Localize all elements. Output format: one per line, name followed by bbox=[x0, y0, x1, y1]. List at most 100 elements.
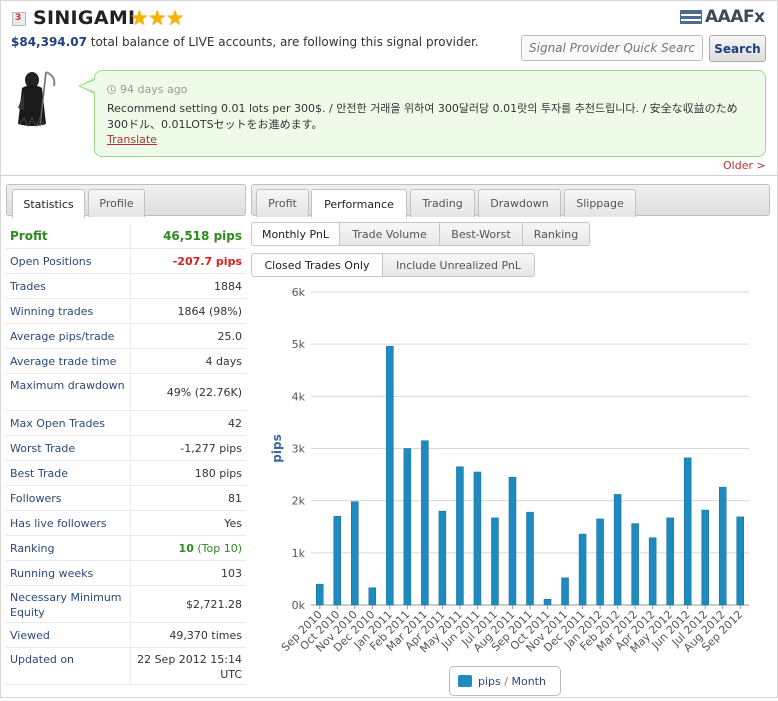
stat-row: Trades 1884 bbox=[6, 274, 246, 299]
stat-value: 1884 bbox=[214, 279, 242, 294]
stat-value-main: 42 bbox=[228, 417, 242, 430]
stat-value: 42 bbox=[228, 416, 242, 431]
stat-value: 103 bbox=[221, 566, 242, 581]
bar bbox=[491, 517, 499, 606]
older-link[interactable]: Older > bbox=[723, 159, 766, 172]
stat-label: Followers bbox=[10, 492, 62, 505]
stat-value-main: 49% (22.76K) bbox=[166, 386, 242, 399]
stat-value: 22 Sep 2012 15:14 UTC bbox=[130, 652, 242, 682]
bar bbox=[438, 510, 447, 606]
stat-value-main: 4 days bbox=[205, 355, 242, 368]
stat-row: Running weeks 103 bbox=[6, 561, 246, 586]
y-tick-label: 4k bbox=[292, 390, 306, 403]
right-tabbar: Profit Performance Trading Drawdown Slip… bbox=[251, 184, 770, 218]
avatar[interactable] bbox=[12, 68, 56, 128]
subtab-best-worst[interactable]: Best-Worst bbox=[439, 222, 523, 246]
stat-row: Viewed 49,370 times bbox=[6, 623, 246, 648]
y-tick-label: 2k bbox=[292, 495, 306, 508]
stat-row: Ranking 10 (Top 10) bbox=[6, 536, 246, 561]
bar bbox=[736, 516, 744, 606]
chart-legend[interactable]: pips / Month bbox=[449, 666, 561, 696]
stat-divider bbox=[130, 623, 131, 648]
search-button[interactable]: Search bbox=[709, 35, 766, 62]
bar bbox=[631, 523, 639, 606]
legend-separator: / bbox=[500, 674, 512, 688]
balance-line: $84,394.07 total balance of LIVE account… bbox=[11, 35, 479, 49]
stat-value-main: 25.0 bbox=[217, 330, 243, 343]
stat-value: 1864 (98%) bbox=[177, 304, 242, 319]
stat-divider bbox=[130, 411, 131, 436]
stat-value: 25.0 bbox=[218, 329, 243, 344]
stat-label: Maximum drawdown bbox=[10, 379, 125, 392]
stat-row: Has live followers Yes bbox=[6, 511, 246, 536]
tab-statistics[interactable]: Statistics bbox=[12, 189, 85, 218]
rating-stars: ★★★ bbox=[130, 6, 184, 30]
brand-name: AAAFx bbox=[705, 7, 765, 27]
tab-profile[interactable]: Profile bbox=[88, 189, 145, 217]
stat-row: Average pips/trade 25.0 bbox=[6, 324, 246, 349]
stat-divider bbox=[130, 461, 131, 486]
stat-label: Necessary Minimum Equity bbox=[10, 591, 122, 619]
search-input[interactable] bbox=[521, 35, 703, 61]
bar bbox=[368, 587, 377, 606]
filter-closed-trades[interactable]: Closed Trades Only bbox=[251, 253, 383, 277]
stat-value: 10 (Top 10) bbox=[179, 541, 242, 556]
subtab-monthly-pnl[interactable]: Monthly PnL bbox=[251, 222, 340, 246]
bar bbox=[718, 486, 727, 606]
stat-row: Best Trade 180 pips bbox=[6, 461, 246, 486]
bar bbox=[701, 509, 709, 606]
stat-divider bbox=[130, 249, 131, 274]
stat-divider bbox=[130, 511, 131, 536]
bar bbox=[456, 466, 464, 606]
subtab-ranking[interactable]: Ranking bbox=[522, 222, 590, 246]
stat-divider bbox=[130, 224, 131, 249]
provider-name[interactable]: SINIGAMI bbox=[33, 7, 135, 29]
stat-value: -1,277 pips bbox=[180, 441, 242, 456]
bar bbox=[578, 533, 587, 606]
bar bbox=[316, 583, 324, 606]
stat-value: 46,518 pips bbox=[163, 229, 242, 244]
bar bbox=[543, 599, 552, 606]
balance-text: total balance of LIVE accounts, are foll… bbox=[86, 35, 479, 49]
filter-include-unrealized[interactable]: Include Unrealized PnL bbox=[382, 253, 535, 277]
bar bbox=[473, 471, 482, 606]
tab-slippage[interactable]: Slippage bbox=[564, 189, 636, 217]
tab-drawdown[interactable]: Drawdown bbox=[478, 189, 561, 217]
stat-value: 4 days bbox=[206, 354, 242, 369]
stat-row: Worst Trade -1,277 pips bbox=[6, 436, 246, 461]
monthly-pnl-chart: 0k 1k 2k 3k 4k 5k 6k pips Sep 2010 Oct 2010 Nov 20… bbox=[251, 280, 771, 698]
stat-row: Updated on 22 Sep 2012 15:14 UTC bbox=[6, 648, 246, 685]
bar bbox=[648, 537, 657, 606]
stat-value: 81 bbox=[228, 491, 242, 506]
stat-value-main: 1864 (98%) bbox=[177, 305, 242, 318]
bar bbox=[508, 476, 517, 606]
stat-value-main: -207.7 pips bbox=[172, 255, 242, 268]
stat-divider bbox=[130, 274, 131, 299]
stat-divider bbox=[130, 299, 131, 324]
stat-divider bbox=[130, 536, 131, 561]
header-separator bbox=[0, 175, 778, 176]
tab-profit[interactable]: Profit bbox=[256, 189, 309, 217]
stat-divider bbox=[130, 561, 131, 586]
tab-performance[interactable]: Performance bbox=[311, 189, 407, 218]
tab-trading[interactable]: Trading bbox=[410, 189, 475, 217]
stat-value: $2,721.28 bbox=[186, 597, 242, 612]
bar bbox=[421, 440, 429, 606]
stat-divider bbox=[130, 436, 131, 461]
brand-logo[interactable]: AAAFx bbox=[680, 7, 765, 27]
subtab-trade-volume[interactable]: Trade Volume bbox=[339, 222, 440, 246]
stat-row: Followers 81 bbox=[6, 486, 246, 511]
stat-row: Profit 46,518 pips bbox=[6, 224, 246, 249]
bar bbox=[596, 518, 604, 606]
stat-label: Average pips/trade bbox=[10, 330, 115, 343]
chart-svg: 0k1k2k3k4k5k6kpipsSep 2010Oct 2010Nov 20… bbox=[270, 286, 749, 655]
translate-link[interactable]: Translate bbox=[107, 133, 753, 146]
stat-row: Average trade time 4 days bbox=[6, 349, 246, 374]
stat-value-main: $2,721.28 bbox=[186, 598, 242, 611]
legend-series-label: pips bbox=[478, 674, 501, 688]
stat-value: Yes bbox=[224, 516, 242, 531]
stat-value-main: 10 bbox=[178, 542, 194, 555]
y-axis-label: pips bbox=[270, 434, 284, 462]
bubble-tail-inner bbox=[80, 80, 95, 92]
stat-divider bbox=[130, 586, 131, 623]
